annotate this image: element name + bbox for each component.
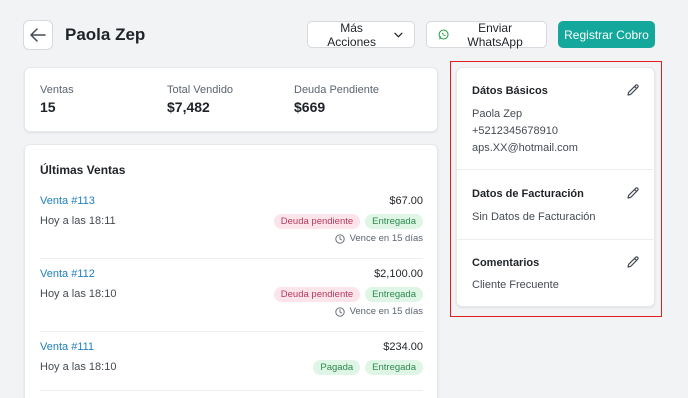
stat-pending-debt: Deuda Pendiente $669 (294, 84, 379, 115)
more-actions-button[interactable]: Más Acciones (307, 20, 415, 49)
sale-time: Hoy a las 18:10 (40, 288, 117, 300)
stat-value: 15 (40, 99, 56, 115)
page-title: Paola Zep (65, 25, 146, 44)
recent-sales-card: Últimas Ventas Venta #113 Hoy a las 18:1… (24, 144, 438, 398)
due-text: Vence en 15 días (349, 306, 423, 317)
sale-item[interactable]: Venta #112 Hoy a las 18:10 $2,100.00 Deu… (40, 260, 423, 332)
stat-label: Total Vendido (167, 84, 234, 96)
sale-time: Hoy a las 18:10 (40, 361, 117, 373)
stat-sales: Ventas 15 (40, 84, 74, 115)
back-button[interactable] (23, 20, 53, 50)
stat-label: Ventas (40, 84, 74, 96)
sale-amount: $2,100.00 (374, 268, 423, 280)
billing-title: Datos de Facturación (472, 188, 584, 200)
basic-data-title: Dátos Básicos (472, 85, 548, 97)
edit-pencil-icon[interactable] (626, 255, 640, 269)
basic-name: Paola Zep (472, 108, 523, 120)
sale-time: Hoy a las 18:11 (40, 215, 116, 227)
clock-icon (334, 306, 345, 317)
send-whatsapp-label: Enviar WhatsApp (467, 20, 523, 49)
sale-item[interactable]: Venta #113 Hoy a las 18:11 $67.00 Deuda … (40, 187, 423, 259)
basic-data-section: Dátos Básicos Paola Zep +5212345678910 a… (457, 68, 656, 170)
edit-pencil-icon[interactable] (626, 186, 640, 200)
stat-label: Deuda Pendiente (294, 84, 380, 96)
comments-section: Comentarios Cliente Frecuente (457, 240, 656, 308)
customer-info-card: Dátos Básicos Paola Zep +5212345678910 a… (456, 67, 656, 308)
stat-total-sold: Total Vendido $7,482 (167, 84, 233, 115)
basic-phone: +5212345678910 (472, 125, 558, 137)
chevron-down-icon (394, 32, 403, 38)
edit-pencil-icon[interactable] (626, 83, 640, 97)
delivered-badge: Entregada (365, 360, 423, 375)
delivered-badge: Entregada (365, 287, 423, 302)
recent-sales-title: Últimas Ventas (40, 163, 126, 177)
stat-value: $669 (294, 99, 326, 115)
billing-section: Datos de Facturación Sin Datos de Factur… (457, 170, 656, 240)
arrow-left-icon (30, 28, 46, 42)
sale-amount: $234.00 (383, 341, 423, 353)
register-payment-button[interactable]: Registrar Cobro (558, 21, 655, 48)
more-actions-label: Más Acciones (327, 20, 376, 49)
stat-value: $7,482 (167, 99, 210, 115)
send-whatsapp-button[interactable]: Enviar WhatsApp (426, 20, 547, 49)
sale-item[interactable]: Venta #111 Hoy a las 18:10 $234.00 Pagad… (40, 333, 423, 391)
sale-amount: $67.00 (389, 195, 423, 207)
billing-value: Sin Datos de Facturación (472, 211, 596, 223)
due-text: Vence en 15 días (349, 233, 423, 244)
clock-icon (334, 233, 345, 244)
comments-title: Comentarios (472, 257, 540, 269)
sale-link[interactable]: Venta #111 (40, 341, 94, 353)
whatsapp-icon (438, 29, 449, 40)
pending-debt-badge: Deuda pendiente (273, 287, 361, 302)
pending-debt-badge: Deuda pendiente (273, 214, 361, 229)
basic-email: aps.XX@hotmail.com (472, 142, 578, 154)
due-date: Vence en 15 días (334, 306, 423, 317)
due-date: Vence en 15 días (334, 233, 423, 244)
sale-link[interactable]: Venta #113 (40, 195, 95, 207)
stats-card: Ventas 15 Total Vendido $7,482 Deuda Pen… (24, 67, 438, 132)
sale-link[interactable]: Venta #112 (40, 268, 95, 280)
delivered-badge: Entregada (365, 214, 423, 229)
paid-badge: Pagada (313, 360, 361, 375)
comments-value: Cliente Frecuente (472, 279, 559, 291)
